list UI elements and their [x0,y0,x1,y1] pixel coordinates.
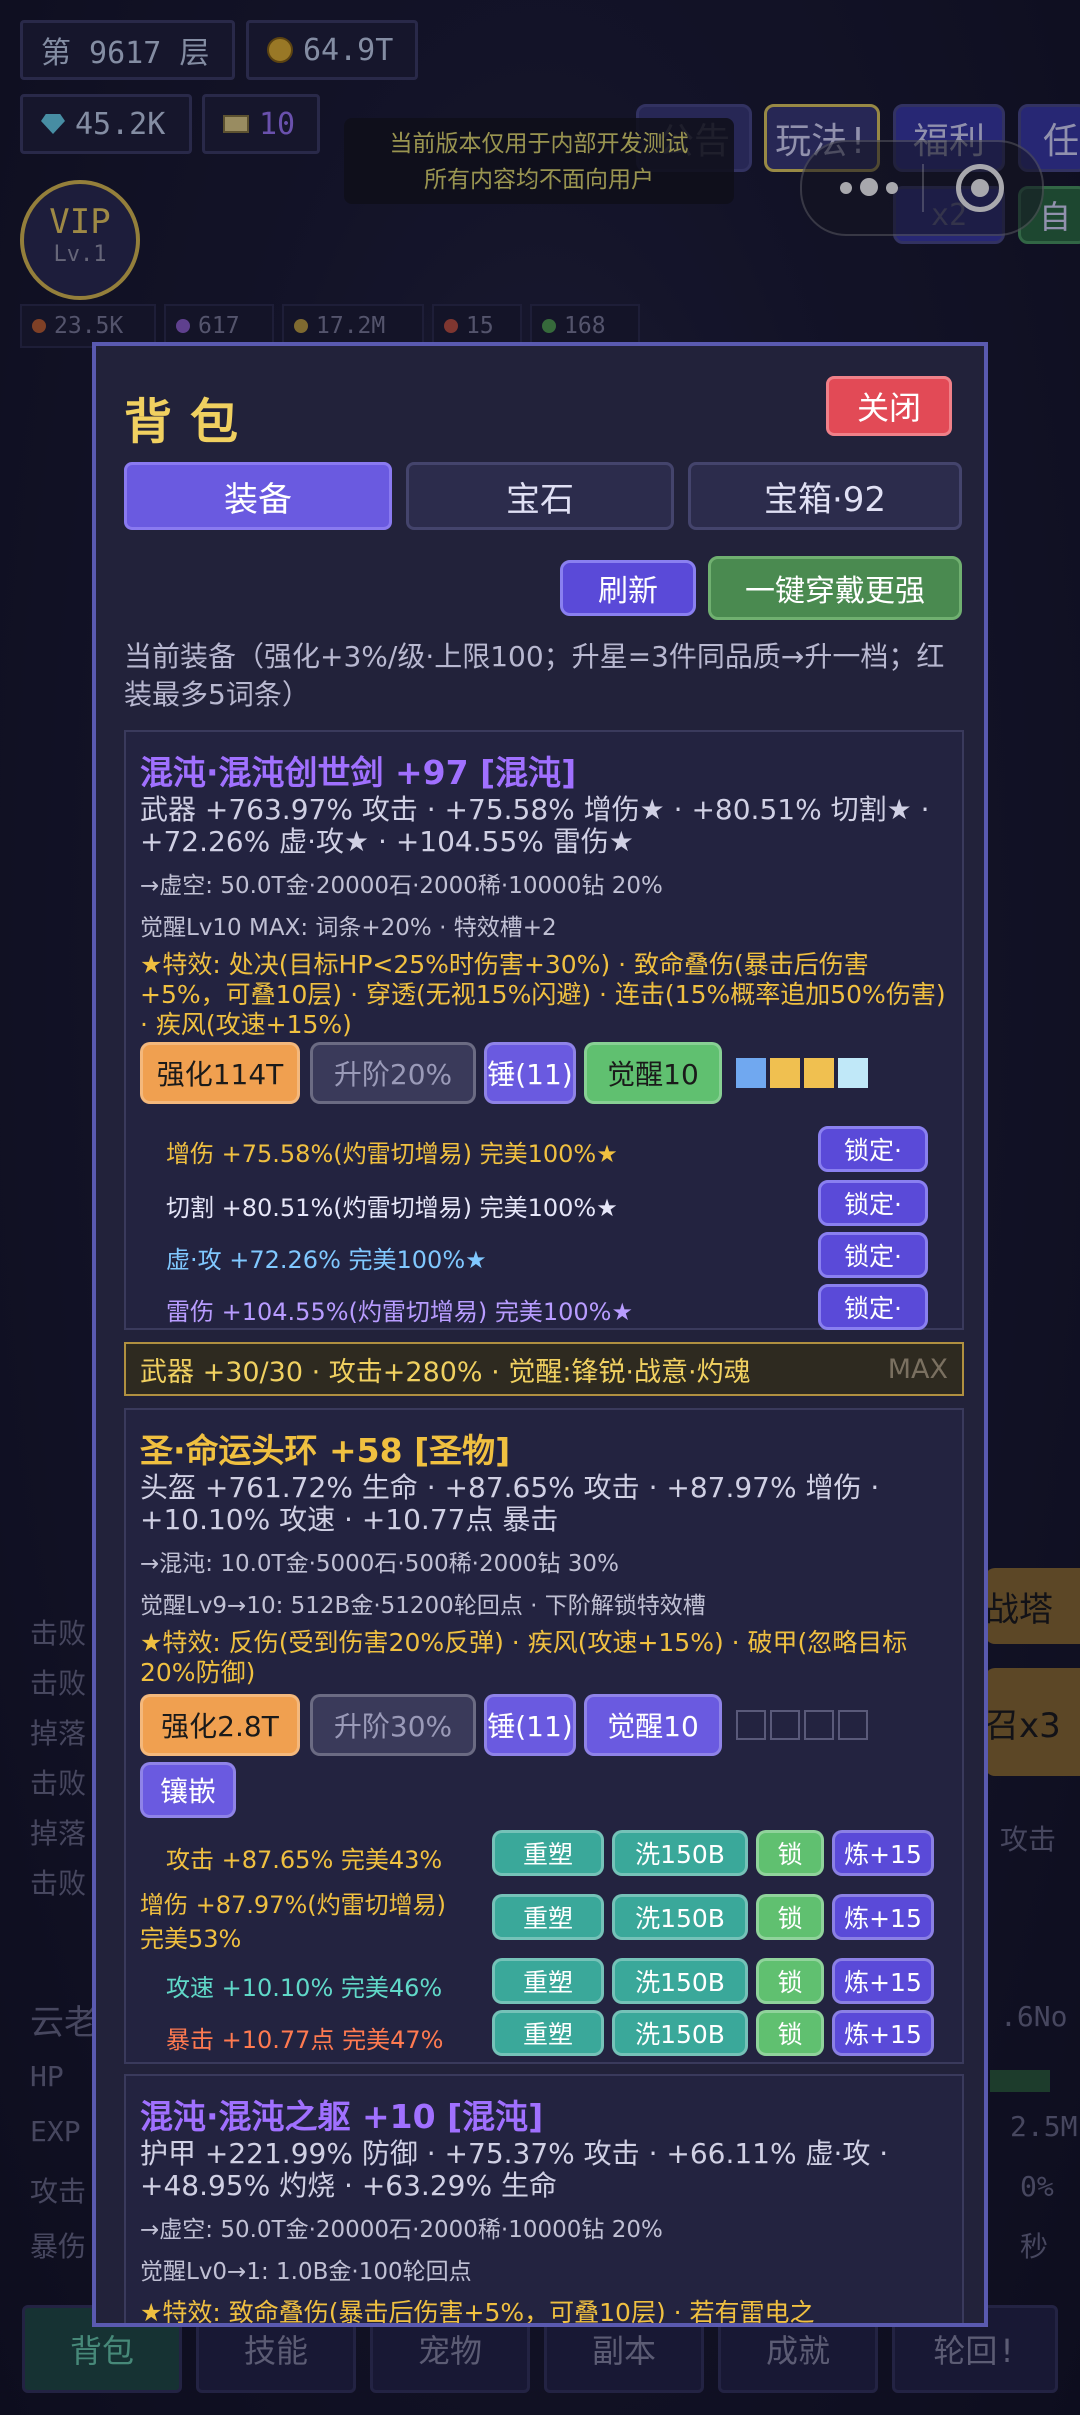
set-bonus-max: MAX [887,1353,948,1385]
empty-slot-icon [736,1710,766,1740]
affix-row: 雷伤 +104.55%(灼雷切增易) 完美100%★ [166,1298,634,1326]
tab-gems[interactable]: 宝石 [406,462,674,530]
affix-row: 增伤 +75.58%(灼雷切增易) 完美100%★ [166,1140,618,1168]
tab-equipment[interactable]: 装备 [124,462,392,530]
lock-button[interactable]: 锁定· [818,1232,928,1278]
affix-row: 增伤 +87.97%(灼雷切增易) 完美53% [140,1891,446,1953]
slot-icon [736,1058,766,1088]
item-name: 混沌·混沌之躯 +10 [混沌] [140,2097,544,2136]
item-awaken-info: 觉醒Lv0→1: 1.0B金·100轮回点 [140,2259,472,2285]
item-stats: 武器 +763.97% 攻击 · +75.58% 增伤★ · +80.51% 切… [140,793,930,858]
affix-row: 攻击 +87.65% 完美43% [166,1846,443,1874]
refine-button[interactable]: 炼+15 [832,1894,934,1940]
item-stats: 头盔 +761.72% 生命 · +87.65% 攻击 · +87.97% 增伤… [140,1471,880,1536]
item-upgrade-cost: →虚空: 50.0T金·20000石·2000稀·10000钻 20% [140,2217,663,2243]
lock-button[interactable]: 锁定· [818,1126,928,1172]
reshape-button[interactable]: 重塑 [492,1894,604,1940]
upgrade-tier-button[interactable]: 升阶20% [310,1042,476,1104]
wash-button[interactable]: 洗150B [612,1830,748,1876]
reshape-button[interactable]: 重塑 [492,1830,604,1876]
equipment-card: 混沌·混沌创世剑 +97 [混沌] 武器 +763.97% 攻击 · +75.5… [124,730,964,1330]
equip-best-button[interactable]: 一键穿戴更强 [708,556,962,620]
item-special-effects: ★特效: 致命叠伤(暴击后伤害+5%，可叠10层) · 若有雷电之 [140,2298,815,2327]
affix-row: 切割 +80.51%(灼雷切增易) 完美100%★ [166,1194,618,1222]
slot-icon [770,1058,800,1088]
equipment-card: 混沌·混沌之躯 +10 [混沌] 护甲 +221.99% 防御 · +75.37… [124,2074,964,2327]
lock-button[interactable]: 锁定· [818,1284,928,1330]
slot-icon [838,1058,868,1088]
refine-button[interactable]: 炼+15 [832,1958,934,2004]
hammer-button[interactable]: 锤(11) [484,1042,576,1104]
modal-title: 背包 [124,394,257,450]
item-special-effects: ★特效: 处决(目标HP<25%时伤害+30%) · 致命叠伤(暴击后伤害+5%… [140,950,946,1039]
affix-row: 攻速 +10.10% 完美46% [166,1974,443,2002]
empty-slot-icon [770,1710,800,1740]
bag-modal: 背包 关闭 装备 宝石 宝箱·92 刷新 一键穿戴更强 当前装备（强化+3%/级… [92,342,988,2327]
wash-button[interactable]: 洗150B [612,1894,748,1940]
empty-slot-icon [838,1710,868,1740]
item-awaken-info: 觉醒Lv10 MAX: 词条+20% · 特效槽+2 [140,915,557,941]
item-upgrade-cost: →虚空: 50.0T金·20000石·2000稀·10000钻 20% [140,873,663,899]
refresh-button[interactable]: 刷新 [560,560,696,616]
reshape-button[interactable]: 重塑 [492,1958,604,2004]
enhance-button[interactable]: 强化114T [140,1042,300,1104]
lock-button[interactable]: 锁 [756,1958,824,2004]
inlay-button[interactable]: 镶嵌 [140,1762,236,1818]
equipment-intro: 当前装备（强化+3%/级·上限100；升星=3件同品质→升一档；红装最多5词条） [124,640,945,711]
set-bonus-banner: 武器 +30/30 · 攻击+280% · 觉醒:锋锐·战意·灼魂 MAX [124,1342,964,1396]
tab-chests[interactable]: 宝箱·92 [688,462,962,530]
item-awaken-info: 觉醒Lv9→10: 512B金·51200轮回点 · 下阶解锁特效槽 [140,1593,706,1619]
affix-row: 暴击 +10.77点 完美47% [166,2026,444,2054]
lock-button[interactable]: 锁 [756,2010,824,2056]
lock-button[interactable]: 锁定· [818,1180,928,1226]
empty-slot-icon [804,1710,834,1740]
lock-button[interactable]: 锁 [756,1894,824,1940]
upgrade-tier-button[interactable]: 升阶30% [310,1694,476,1756]
reshape-button[interactable]: 重塑 [492,2010,604,2056]
item-upgrade-cost: →混沌: 10.0T金·5000石·500稀·2000钻 30% [140,1551,619,1577]
item-name: 混沌·混沌创世剑 +97 [混沌] [140,753,577,792]
slot-icon [804,1058,834,1088]
wash-button[interactable]: 洗150B [612,2010,748,2056]
item-name: 圣·命运头环 +58 [圣物] [140,1431,511,1470]
refine-button[interactable]: 炼+15 [832,2010,934,2056]
wash-button[interactable]: 洗150B [612,1958,748,2004]
item-stats: 护甲 +221.99% 防御 · +75.37% 攻击 · +66.11% 虚·… [140,2137,889,2202]
equipment-card: 圣·命运头环 +58 [圣物] 头盔 +761.72% 生命 · +87.65%… [124,1408,964,2064]
enhance-button[interactable]: 强化2.8T [140,1694,300,1756]
awaken-button[interactable]: 觉醒10 [584,1694,722,1756]
close-button[interactable]: 关闭 [826,376,952,436]
affix-row: 虚·攻 +72.26% 完美100%★ [166,1246,487,1274]
awaken-button[interactable]: 觉醒10 [584,1042,722,1104]
item-special-effects: ★特效: 反伤(受到伤害20%反弹) · 疾风(攻速+15%) · 破甲(忽略目… [140,1628,908,1687]
set-bonus-text: 武器 +30/30 · 攻击+280% · 觉醒:锋锐·战意·灼魂 [140,1356,751,1388]
refine-button[interactable]: 炼+15 [832,1830,934,1876]
hammer-button[interactable]: 锤(11) [484,1694,576,1756]
lock-button[interactable]: 锁 [756,1830,824,1876]
